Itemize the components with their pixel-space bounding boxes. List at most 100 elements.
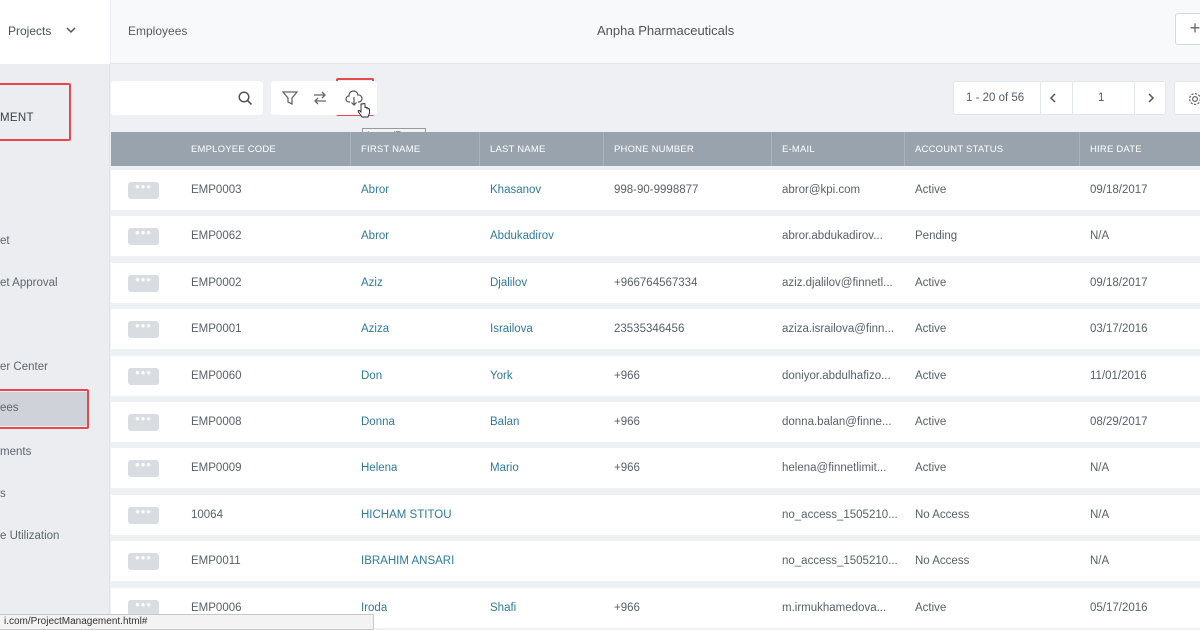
cell-status: Pending [915, 230, 958, 243]
gear-icon [1189, 93, 1200, 105]
column-header-phone[interactable]: PHONE NUMBER [614, 144, 694, 155]
cell-hire-date: N/A [1090, 462, 1110, 475]
column-header-email[interactable]: E-MAIL [782, 144, 815, 155]
column-divider [904, 132, 905, 166]
cell-first-name[interactable]: Aziz [361, 277, 383, 289]
cell-email: donna.balan@finne... [782, 416, 892, 428]
cell-status: No Access [915, 508, 970, 521]
row-actions-menu-icon[interactable]: ••• [128, 505, 159, 524]
table-row[interactable]: ••• 10064 HICHAM STITOU no_access_1505210..… [111, 494, 1200, 535]
cell-status: No Access [915, 555, 970, 568]
row-actions-menu-icon[interactable]: ••• [128, 273, 159, 292]
settings-button[interactable] [1174, 81, 1200, 115]
cell-hire-date: 08/29/2017 [1090, 416, 1148, 428]
cell-last-name[interactable]: Balan [490, 416, 519, 428]
column-header-status[interactable]: ACCOUNT STATUS [915, 144, 1003, 155]
cell-first-name[interactable]: Abror [361, 184, 389, 196]
column-header-first-name[interactable]: FIRST NAME [361, 144, 420, 155]
sidebar-section-label: MENT [0, 112, 34, 124]
cell-employee-code: EMP0002 [191, 276, 242, 289]
chevron-down-icon [66, 27, 76, 34]
cell-hire-date: 03/17/2016 [1090, 323, 1148, 336]
sidebar-item-utilization[interactable]: e Utilization [0, 530, 59, 542]
cell-first-name[interactable]: Iroda [361, 602, 387, 614]
row-actions-menu-icon[interactable]: ••• [128, 180, 159, 199]
cell-status: Active [915, 462, 947, 475]
filter-icon[interactable] [281, 89, 299, 107]
cell-status: Active [915, 323, 947, 336]
page-range: 1 - 20 of 56 [966, 92, 1025, 104]
chevron-left-icon[interactable] [1046, 91, 1060, 105]
table-row[interactable]: ••• EMP0001 Aziza Israilova 23535346456 aziza… [111, 309, 1200, 350]
cell-hire-date: 09/18/2017 [1090, 276, 1148, 289]
sort-swap-icon[interactable] [311, 89, 329, 107]
cell-first-name[interactable]: Aziza [361, 323, 389, 335]
cell-first-name[interactable]: IBRAHIM ANSARI [361, 555, 454, 567]
cell-first-name[interactable]: Donna [361, 416, 395, 428]
row-actions-menu-icon[interactable]: ••• [128, 319, 159, 339]
sidebar-item-timesheet-approval[interactable]: et Approval [0, 277, 58, 289]
table-header: EMPLOYEE CODE FIRST NAME LAST NAME PHONE… [111, 132, 1200, 166]
cell-employee-code: EMP0011 [191, 555, 241, 568]
cell-hire-date: N/A [1090, 555, 1110, 568]
cell-last-name[interactable]: Abdukadirov [490, 230, 554, 242]
sidebar-item-employees[interactable]: ees [0, 392, 88, 426]
cell-employee-code: EMP0008 [191, 416, 242, 428]
row-actions-menu-icon[interactable]: ••• [128, 366, 159, 385]
column-header-employee-code[interactable]: EMPLOYEE CODE [191, 144, 276, 155]
sidebar-item-center[interactable]: er Center [0, 361, 48, 373]
cell-last-name[interactable]: Shafi [490, 602, 516, 614]
cell-last-name[interactable]: York [490, 370, 513, 382]
table-row[interactable]: ••• EMP0008 Donna Balan +966 donna.balan@finn… [111, 402, 1200, 442]
cell-email: abror@kpi.com [782, 184, 861, 196]
add-button[interactable]: + [1175, 13, 1200, 45]
column-divider [479, 132, 480, 166]
cell-first-name[interactable]: HICHAM STITOU [361, 509, 452, 521]
breadcrumb[interactable]: Employees [128, 24, 187, 38]
column-header-hire-date[interactable]: HIRE DATE [1090, 144, 1142, 155]
cell-hire-date: 05/17/2016 [1090, 601, 1148, 614]
cell-email: no_access_1505210... [782, 508, 898, 521]
table-row[interactable]: ••• EMP0060 Don York +966 doniyor.abdulhafizo… [111, 355, 1200, 396]
cell-phone: +966 [614, 416, 640, 428]
table-row[interactable]: ••• EMP0011 IBRAHIM ANSARI no_access_150521… [111, 541, 1200, 582]
cell-last-name[interactable]: Khasanov [490, 184, 541, 196]
cell-phone: +966 [614, 462, 640, 475]
sidebar-item-roles[interactable]: s [0, 488, 6, 500]
sidebar-item-timesheet[interactable]: et [0, 235, 10, 247]
table-row[interactable]: ••• EMP0002 Aziz Djalilov +966764567334 aziz.… [111, 262, 1200, 303]
cell-email: abror.abdukadirov... [782, 230, 883, 243]
cell-last-name[interactable]: Mario [490, 462, 519, 474]
table-row[interactable]: ••• EMP0062 Abror Abdukadirov abror.abdukadi… [111, 216, 1200, 257]
row-actions-menu-icon[interactable]: ••• [128, 551, 159, 571]
row-actions-menu-icon[interactable]: ••• [128, 412, 159, 431]
column-divider [603, 132, 604, 166]
cell-email: m.irmukhamedova... [782, 601, 887, 614]
cell-first-name[interactable]: Don [361, 370, 382, 382]
cell-employee-code: EMP0001 [191, 323, 242, 336]
cell-last-name[interactable]: Israilova [490, 323, 533, 335]
page-number-input[interactable]: 1 [1098, 92, 1104, 104]
cell-status: Active [915, 184, 947, 196]
toolbar-actions [271, 81, 377, 118]
search-icon[interactable] [238, 91, 253, 106]
cell-email: no_access_1505210... [782, 555, 898, 568]
chevron-right-icon[interactable] [1144, 91, 1158, 105]
projects-menu[interactable]: Projects [0, 0, 110, 64]
table-row[interactable]: ••• EMP0009 Helena Mario +966 helena@finnetli… [111, 448, 1200, 489]
cell-last-name[interactable]: Djalilov [490, 277, 527, 289]
cell-first-name[interactable]: Helena [361, 462, 397, 474]
cell-employee-code: EMP0060 [191, 369, 242, 382]
cell-hire-date: N/A [1090, 508, 1110, 521]
pagination: 1 - 20 of 56 1 [953, 81, 1166, 115]
column-header-last-name[interactable]: LAST NAME [490, 144, 545, 155]
table-row[interactable]: ••• EMP0003 Abror Khasanov 998-90-9998877 abr… [111, 170, 1200, 210]
cell-employee-code: EMP0009 [191, 462, 242, 475]
pager-divider [1040, 82, 1041, 114]
row-actions-menu-icon[interactable]: ••• [128, 458, 159, 478]
company-name: Anpha Pharmaceuticals [597, 23, 735, 38]
search-input[interactable] [111, 81, 263, 115]
cell-first-name[interactable]: Abror [361, 230, 389, 242]
row-actions-menu-icon[interactable]: ••• [128, 226, 159, 246]
sidebar-item-departments[interactable]: ments [0, 446, 31, 458]
